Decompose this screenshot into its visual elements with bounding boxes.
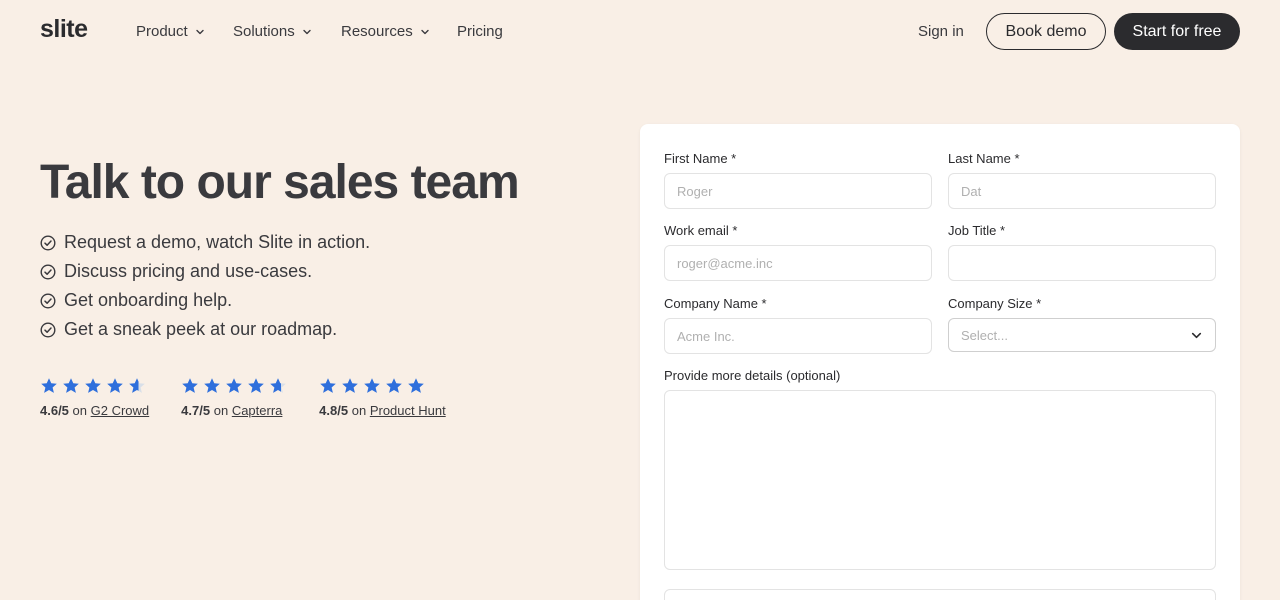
last-name-group: Last Name * [948, 151, 1216, 209]
star-rating [181, 377, 287, 395]
company-size-group: Company Size * Select... [948, 296, 1216, 352]
star-icon [386, 378, 402, 393]
rating-text: 4.7/5 on Capterra [181, 403, 287, 418]
chevron-down-icon [196, 29, 204, 34]
star-icon [248, 378, 264, 393]
star-icon [226, 378, 242, 393]
star-icon [364, 378, 380, 393]
list-item-text: Get onboarding help. [64, 290, 233, 310]
nav-item-label: Solutions [233, 23, 295, 40]
star-icon [85, 378, 101, 393]
list-item: Get a sneak peek at our roadmap. [40, 315, 370, 344]
top-nav: slite Product Solutions Resources Pricin… [0, 0, 1280, 64]
star-icon [63, 378, 79, 393]
check-circle-icon [40, 321, 56, 338]
rating-score: 4.7/5 [181, 403, 211, 418]
list-item-text: Discuss pricing and use-cases. [64, 261, 313, 281]
details-textarea[interactable] [664, 390, 1216, 570]
list-item-text: Get a sneak peek at our roadmap. [64, 319, 338, 339]
nav-item-pricing[interactable]: Pricing [457, 23, 503, 40]
chevron-down-icon [303, 29, 311, 34]
nav-item-resources[interactable]: Resources [341, 23, 431, 40]
rating-score: 4.6/5 [40, 403, 69, 418]
work-email-label: Work email * [664, 223, 738, 238]
chevron-down-icon [421, 29, 429, 34]
details-group: Provide more details (optional) [664, 368, 1216, 575]
chevron-down-icon [1191, 332, 1202, 338]
rating-capterra: 4.7/5 on Capterra [181, 377, 287, 418]
job-title-label: Job Title * [948, 223, 1006, 238]
star-icon [342, 378, 358, 393]
star-rating [319, 377, 446, 395]
star-icon [320, 378, 336, 393]
capterra-link[interactable]: Capterra [232, 403, 283, 418]
first-name-label: First Name * [664, 151, 737, 166]
check-circle-icon [40, 263, 56, 280]
list-item-text: Request a demo, watch Slite in action. [64, 232, 371, 252]
star-icon [408, 378, 424, 393]
star-icon [41, 378, 57, 393]
g2-crowd-link[interactable]: G2 Crowd [91, 403, 150, 418]
check-circle-icon [40, 234, 56, 251]
company-name-input[interactable] [664, 318, 932, 354]
work-email-input[interactable] [664, 245, 932, 281]
sales-contact-form: First Name * Last Name * Work email * Jo… [640, 124, 1240, 600]
book-demo-button[interactable]: Book demo [986, 13, 1106, 50]
star-icon [129, 378, 145, 393]
nav-item-product[interactable]: Product [136, 23, 206, 40]
company-name-label: Company Name * [664, 296, 767, 311]
list-item: Discuss pricing and use-cases. [40, 257, 370, 286]
work-email-group: Work email * [664, 223, 932, 281]
star-icon [107, 378, 123, 393]
nav-item-solutions[interactable]: Solutions [233, 23, 313, 40]
star-rating [40, 377, 149, 395]
rating-text: 4.6/5 on G2 Crowd [40, 403, 149, 418]
check-circle-icon [40, 292, 56, 309]
company-name-group: Company Name * [664, 296, 932, 354]
first-name-input[interactable] [664, 173, 932, 209]
details-label: Provide more details (optional) [664, 368, 841, 383]
rating-score: 4.8/5 [319, 403, 349, 418]
product-hunt-link[interactable]: Product Hunt [370, 403, 446, 418]
slite-logo[interactable]: slite [40, 15, 88, 44]
rating-on: on [351, 403, 367, 418]
first-name-group: First Name * [664, 151, 932, 209]
ratings-row: 4.6/5 on G2 Crowd 4.7/5 on Capterra 4.8/… [40, 377, 446, 418]
next-field-box[interactable] [664, 589, 1216, 600]
rating-g2: 4.6/5 on G2 Crowd [40, 377, 149, 418]
rating-text: 4.8/5 on Product Hunt [319, 403, 446, 418]
benefits-list: Request a demo, watch Slite in action. D… [40, 228, 370, 344]
company-size-label: Company Size * [948, 296, 1042, 311]
last-name-input[interactable] [948, 173, 1216, 209]
rating-product-hunt: 4.8/5 on Product Hunt [319, 377, 446, 418]
star-icon [204, 378, 220, 393]
star-icon [270, 378, 286, 393]
page-title: Talk to our sales team [40, 156, 520, 209]
rating-on: on [213, 403, 229, 418]
company-size-select[interactable]: Select... [948, 318, 1216, 352]
nav-item-label: Pricing [457, 23, 503, 40]
sign-in-link[interactable]: Sign in [918, 23, 964, 40]
nav-item-label: Resources [341, 23, 413, 40]
job-title-input[interactable] [948, 245, 1216, 281]
company-size-value: Select... [961, 327, 1008, 343]
job-title-group: Job Title * [948, 223, 1216, 281]
nav-item-label: Product [136, 23, 188, 40]
rating-on: on [72, 403, 88, 418]
star-icon [182, 378, 198, 393]
start-for-free-button[interactable]: Start for free [1114, 13, 1240, 50]
list-item: Request a demo, watch Slite in action. [40, 228, 370, 257]
last-name-label: Last Name * [948, 151, 1020, 166]
list-item: Get onboarding help. [40, 286, 370, 315]
